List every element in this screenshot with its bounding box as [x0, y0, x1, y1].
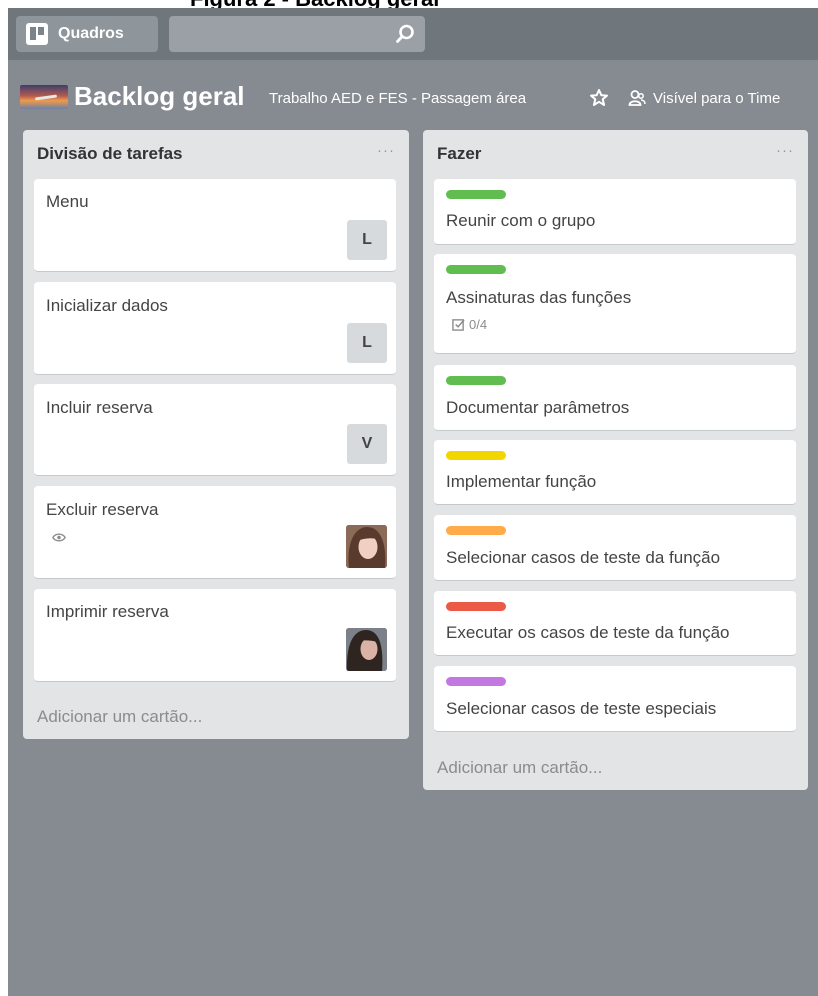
card-run-test-cases[interactable]: Executar os casos de teste da função	[434, 591, 796, 656]
card-title: Selecionar casos de teste especiais	[446, 699, 717, 718]
label-green	[446, 265, 506, 274]
card-title: Incluir reserva	[46, 398, 153, 417]
add-card-link[interactable]: Adicionar um cartão...	[37, 707, 202, 727]
card-title: Imprimir reserva	[46, 602, 169, 621]
card-special-test-cases[interactable]: Selecionar casos de teste especiais	[434, 666, 796, 732]
card-title: Selecionar casos de teste da função	[446, 548, 721, 567]
card-title: Menu	[46, 192, 89, 211]
label-green	[446, 190, 506, 199]
card-document-params[interactable]: Documentar parâmetros	[434, 365, 796, 431]
member-badge[interactable]: V	[347, 424, 387, 464]
checklist-icon	[452, 319, 465, 331]
boards-button[interactable]: Quadros	[16, 16, 158, 52]
member-badge[interactable]: L	[347, 220, 387, 260]
list-menu-icon[interactable]: ···	[776, 142, 794, 159]
label-orange	[446, 526, 506, 535]
card-select-test-cases[interactable]: Selecionar casos de teste da função	[434, 515, 796, 581]
list-title[interactable]: Fazer	[437, 144, 481, 164]
card-title: Executar os casos de teste da função	[446, 623, 730, 642]
card-title: Implementar função	[446, 472, 597, 491]
card-include-booking[interactable]: Incluir reserva V	[34, 384, 396, 476]
list-to-do: Fazer ··· Reunir com o grupo Assinaturas…	[423, 130, 808, 790]
watch-eye-icon	[52, 533, 66, 542]
list-menu-icon[interactable]: ···	[377, 142, 395, 159]
card-init-data[interactable]: Inicializar dados L	[34, 282, 396, 375]
trello-app: Quadros Backlog geral Trabalho AED e FES…	[8, 8, 818, 996]
label-purple	[446, 677, 506, 686]
search-icon[interactable]	[395, 24, 415, 44]
card-meet-group[interactable]: Reunir com o grupo	[434, 179, 796, 245]
top-bar: Quadros	[8, 8, 818, 60]
card-menu[interactable]: Menu L	[34, 179, 396, 272]
board-visibility-button[interactable]: Visível para o Time	[653, 90, 780, 107]
figure-caption-text: Figura 2 - Backlog geral	[190, 0, 439, 8]
figure-caption: Figura 2 - Backlog geral	[0, 0, 818, 8]
boards-label: Quadros	[58, 25, 124, 42]
card-title: Excluir reserva	[46, 500, 159, 519]
member-badge[interactable]: L	[347, 323, 387, 363]
board-team-link[interactable]: Trabalho AED e FES - Passagem área	[269, 90, 526, 107]
label-yellow	[446, 451, 506, 460]
avatar[interactable]	[346, 525, 387, 568]
list-title[interactable]: Divisão de tarefas	[37, 144, 183, 164]
label-red	[446, 602, 506, 611]
list-division-tasks: Divisão de tarefas ··· Menu L Inicializa…	[23, 130, 409, 739]
board-background-thumbnail	[20, 85, 68, 109]
add-card-link[interactable]: Adicionar um cartão...	[437, 758, 602, 778]
boards-icon	[26, 23, 48, 45]
avatar[interactable]	[346, 628, 387, 671]
card-implement-function[interactable]: Implementar função	[434, 440, 796, 505]
card-title: Reunir com o grupo	[446, 211, 596, 230]
star-icon[interactable]	[589, 88, 609, 108]
team-icon[interactable]	[628, 89, 646, 107]
label-green	[446, 376, 506, 385]
card-delete-booking[interactable]: Excluir reserva	[34, 486, 396, 579]
card-print-booking[interactable]: Imprimir reserva	[34, 589, 396, 682]
board-title[interactable]: Backlog geral	[74, 81, 245, 112]
card-title: Inicializar dados	[46, 296, 168, 315]
card-title: Documentar parâmetros	[446, 398, 630, 417]
board-header: Backlog geral Trabalho AED e FES - Passa…	[8, 78, 818, 118]
card-title: Assinaturas das funções	[446, 288, 632, 307]
search-input[interactable]	[169, 16, 425, 52]
card-function-signatures[interactable]: Assinaturas das funções 0/4	[434, 254, 796, 354]
checklist-count: 0/4	[469, 317, 488, 332]
